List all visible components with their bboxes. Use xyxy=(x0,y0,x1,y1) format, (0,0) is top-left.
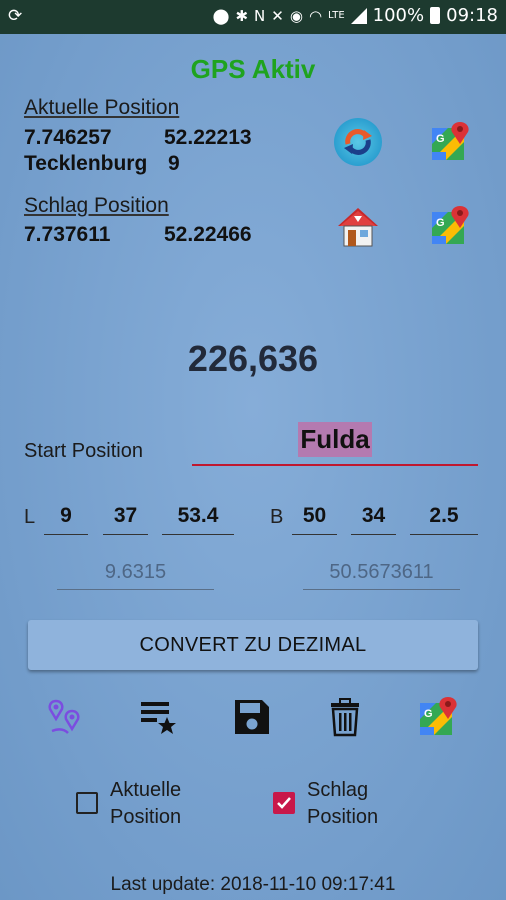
google-maps-icon[interactable]: G xyxy=(430,206,470,246)
svg-text:G: G xyxy=(424,708,433,720)
current-lat: 52.22213 xyxy=(164,126,252,149)
target-position-checkbox[interactable] xyxy=(273,792,295,814)
l-seconds-field[interactable]: 53.4 xyxy=(162,498,234,535)
checkbox-label-line2: Position xyxy=(110,806,182,828)
clock: 09:18 xyxy=(446,5,498,26)
signal-icon xyxy=(350,7,367,24)
lte-icon: LTE xyxy=(328,10,345,21)
target-lat: 52.22466 xyxy=(164,223,252,246)
status-icons: ⬤ ✱ N ✕ ◉ ◠ LTE 100% 09:18 xyxy=(213,5,498,26)
checkbox-label-line2: Position xyxy=(307,806,379,828)
favorites-list-icon[interactable] xyxy=(139,697,179,737)
nfc-icon: N xyxy=(254,6,266,25)
target-position-checkbox-label: Schlag Position xyxy=(307,777,378,831)
current-city: Tecklenburg xyxy=(24,152,148,175)
svg-text:G: G xyxy=(436,133,445,145)
current-lon: 7.746257 xyxy=(24,126,112,149)
current-position-checkbox-label: Aktuelle Position xyxy=(110,777,181,831)
save-icon[interactable] xyxy=(232,697,272,737)
l-label: L xyxy=(24,506,36,528)
current-position-checkbox[interactable] xyxy=(76,792,98,814)
wifi-icon: ◠ xyxy=(308,6,323,25)
current-position-label: Aktuelle Position xyxy=(24,96,180,119)
b-decimal-field[interactable]: 50.5673611 xyxy=(303,556,460,590)
start-position-value: Fulda xyxy=(298,422,372,457)
app-title: GPS Aktiv xyxy=(190,54,316,84)
l-degrees-field[interactable]: 9 xyxy=(44,498,88,535)
alarm-icon: ◉ xyxy=(289,6,303,25)
distance-value: 226,636 xyxy=(187,338,319,379)
b-label: B xyxy=(270,506,284,528)
svg-text:G: G xyxy=(436,217,445,229)
checkmark-icon xyxy=(277,797,291,809)
current-number: 9 xyxy=(168,152,180,175)
google-maps-icon[interactable]: G xyxy=(418,697,458,737)
route-pins-icon[interactable] xyxy=(46,697,86,737)
delete-icon[interactable] xyxy=(325,697,365,737)
target-position-label: Schlag Position xyxy=(24,194,169,217)
start-position-input[interactable]: Fulda xyxy=(192,422,478,466)
battery-icon xyxy=(430,7,441,24)
start-position-label: Start Position xyxy=(24,440,143,462)
bluetooth-icon: ✱ xyxy=(235,6,249,25)
last-update-text: Last update: 2018-11-10 09:17:41 xyxy=(110,874,396,895)
mute-icon: ✕ xyxy=(271,6,284,25)
battery-percent: 100% xyxy=(372,5,425,26)
b-minutes-field[interactable]: 34 xyxy=(351,498,396,535)
refresh-icon[interactable] xyxy=(334,118,382,166)
home-icon[interactable] xyxy=(334,202,382,250)
checkbox-label-line1: Schlag xyxy=(307,779,369,801)
status-bar: ⟳ ⬤ ✱ N ✕ ◉ ◠ LTE 100% 09:18 xyxy=(0,0,506,34)
convert-to-decimal-button[interactable]: CONVERT ZU DEZIMAL xyxy=(28,620,478,670)
b-degrees-field[interactable]: 50 xyxy=(292,498,337,535)
target-lon: 7.737611 xyxy=(24,223,111,246)
checkbox-label-line1: Aktuelle xyxy=(110,779,182,801)
location-icon: ⬤ xyxy=(212,6,230,25)
google-maps-icon[interactable]: G xyxy=(430,122,470,162)
l-minutes-field[interactable]: 37 xyxy=(103,498,148,535)
b-seconds-field[interactable]: 2.5 xyxy=(410,498,478,535)
sync-tablet-icon: ⟳ xyxy=(8,6,23,26)
l-decimal-field[interactable]: 9.6315 xyxy=(57,556,214,590)
